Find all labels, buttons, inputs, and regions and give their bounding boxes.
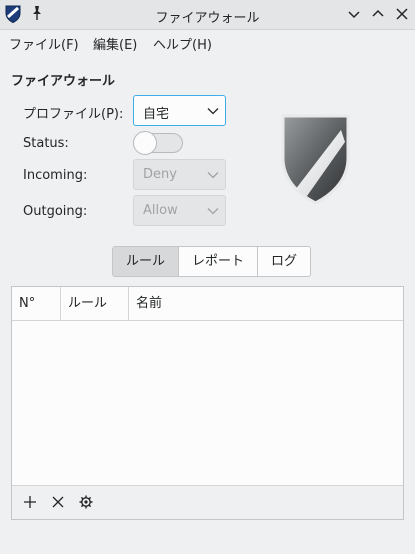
minimize-chevron-icon[interactable] <box>346 6 362 22</box>
column-header-rule[interactable]: ルール <box>61 287 129 320</box>
column-header-name[interactable]: 名前 <box>129 287 403 320</box>
close-icon[interactable] <box>394 6 410 22</box>
status-toggle[interactable] <box>133 131 183 155</box>
incoming-combo[interactable]: Deny <box>133 159 226 190</box>
rules-table: N° ルール 名前 <box>11 286 404 520</box>
column-header-number[interactable]: N° <box>12 287 61 320</box>
rules-list[interactable] <box>12 321 403 487</box>
chevron-down-icon <box>207 108 219 115</box>
chevron-down-icon <box>207 208 219 215</box>
profile-combo[interactable]: 自宅 <box>133 95 226 126</box>
maximize-chevron-icon[interactable] <box>370 6 386 22</box>
status-label: Status: <box>23 136 69 151</box>
menu-help[interactable]: ヘルプ(H) <box>151 34 214 53</box>
remove-icon[interactable] <box>50 494 66 510</box>
title-bar: ファイアウォール <box>0 0 415 30</box>
table-header: N° ルール 名前 <box>12 287 403 321</box>
firewall-shield-icon <box>281 114 350 205</box>
tab-report[interactable]: レポート <box>179 247 259 276</box>
tab-rules[interactable]: ルール <box>113 247 180 276</box>
profile-label: プロファイル(P): <box>23 107 124 122</box>
section-title: ファイアウォール <box>11 74 116 89</box>
menu-edit[interactable]: 編集(E) <box>91 34 139 53</box>
outgoing-combo[interactable]: Allow <box>133 195 226 226</box>
menu-bar: ファイル(F) 編集(E) ヘルプ(H) <box>0 30 415 56</box>
settings-icon[interactable] <box>78 494 94 510</box>
incoming-value: Deny <box>143 167 177 182</box>
menu-file[interactable]: ファイル(F) <box>7 34 81 53</box>
profile-value: 自宅 <box>143 107 170 122</box>
add-icon[interactable] <box>22 494 38 510</box>
outgoing-label: Outgoing: <box>23 204 88 219</box>
toggle-knob <box>133 131 157 155</box>
tab-bar: ルール レポート ログ <box>112 246 312 277</box>
chevron-down-icon <box>207 172 219 179</box>
tab-log[interactable]: ログ <box>258 247 310 276</box>
outgoing-value: Allow <box>143 203 178 218</box>
incoming-label: Incoming: <box>23 168 88 183</box>
table-toolbar <box>12 485 403 519</box>
